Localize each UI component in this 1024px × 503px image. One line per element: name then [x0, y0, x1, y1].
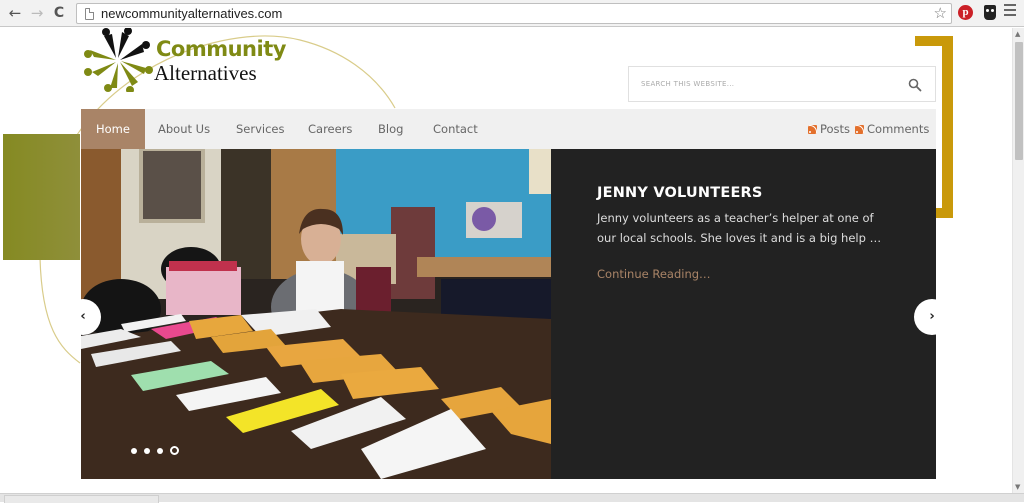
site-logo[interactable]: Community Alternatives — [82, 28, 286, 94]
page-viewport: Community Alternatives Home About Us Ser… — [0, 28, 1012, 493]
nav-item-careers[interactable]: Careers — [308, 109, 352, 149]
search-form — [628, 66, 936, 102]
bookmark-star-icon[interactable]: ☆ — [934, 4, 947, 22]
pinterest-icon[interactable]: p — [958, 5, 973, 20]
nav-item-about-us[interactable]: About Us — [158, 109, 210, 149]
scroll-up-arrow-icon[interactable]: ▲ — [1015, 30, 1020, 38]
url-text[interactable]: newcommunityalternatives.com — [101, 6, 282, 21]
slide-excerpt: Jenny volunteers as a teacher’s helper a… — [597, 211, 882, 245]
slider-pagination — [131, 440, 186, 459]
arrow-left-icon: ← — [8, 4, 22, 22]
vertical-scrollbar[interactable]: ▲ ▼ — [1012, 28, 1024, 493]
slider-dot-2[interactable] — [144, 447, 150, 454]
scrollbar-thumb[interactable] — [1015, 42, 1023, 160]
address-bar[interactable]: newcommunityalternatives.com ☆ — [76, 3, 952, 24]
back-button[interactable]: ← — [6, 4, 24, 22]
browser-status-bar — [0, 493, 1024, 503]
nav-item-blog[interactable]: Blog — [378, 109, 403, 149]
scroll-down-arrow-icon[interactable]: ▼ — [1015, 483, 1020, 491]
browser-toolbar: ← → C newcommunityalternatives.com ☆ p — [0, 0, 1024, 27]
rss-posts-label: Posts — [820, 122, 851, 136]
slider-dot-1[interactable] — [131, 447, 137, 454]
nav-item-home[interactable]: Home — [81, 109, 145, 149]
rss-posts-link[interactable]: Posts — [808, 109, 850, 149]
olive-decoration-block — [3, 134, 80, 260]
slide-title[interactable]: JENNY VOLUNTEERS — [597, 185, 890, 201]
slide-caption: JENNY VOLUNTEERS Jenny volunteers as a t… — [551, 149, 936, 479]
featured-slider: JENNY VOLUNTEERS Jenny volunteers as a t… — [65, 149, 950, 479]
nav-item-contact[interactable]: Contact — [433, 109, 478, 149]
rss-icon — [855, 125, 864, 134]
volunteer-photo-image — [81, 149, 551, 479]
page-icon — [85, 8, 94, 20]
reload-icon: C — [53, 5, 65, 21]
main-navigation: Home About Us Services Careers Blog Cont… — [81, 109, 936, 149]
logo-people-icon — [84, 28, 153, 94]
logo-title-community: Community — [156, 37, 286, 61]
arrow-right-icon: → — [30, 4, 44, 22]
reload-button[interactable]: C — [50, 4, 68, 22]
nav-item-services[interactable]: Services — [236, 109, 285, 149]
chevron-right-icon: › — [929, 309, 935, 324]
chevron-left-icon: ‹ — [80, 309, 86, 324]
slider-next-button[interactable]: › — [914, 299, 950, 335]
slider-dot-3[interactable] — [157, 447, 163, 454]
hamburger-menu-icon[interactable] — [1004, 4, 1016, 19]
rss-comments-link[interactable]: Comments — [855, 109, 929, 149]
search-input[interactable] — [629, 67, 899, 101]
slider-prev-button[interactable]: ‹ — [65, 299, 101, 335]
slide-photo[interactable] — [81, 149, 551, 479]
rss-comments-label: Comments — [867, 122, 930, 136]
owl-icon[interactable] — [984, 5, 996, 20]
continue-reading-link[interactable]: Continue Reading… — [597, 267, 711, 281]
search-icon[interactable] — [908, 78, 922, 92]
slider-dot-4-active[interactable] — [170, 446, 179, 455]
rss-icon — [808, 125, 817, 134]
forward-button[interactable]: → — [28, 4, 46, 22]
logo-title-alternatives: Alternatives — [154, 61, 257, 85]
